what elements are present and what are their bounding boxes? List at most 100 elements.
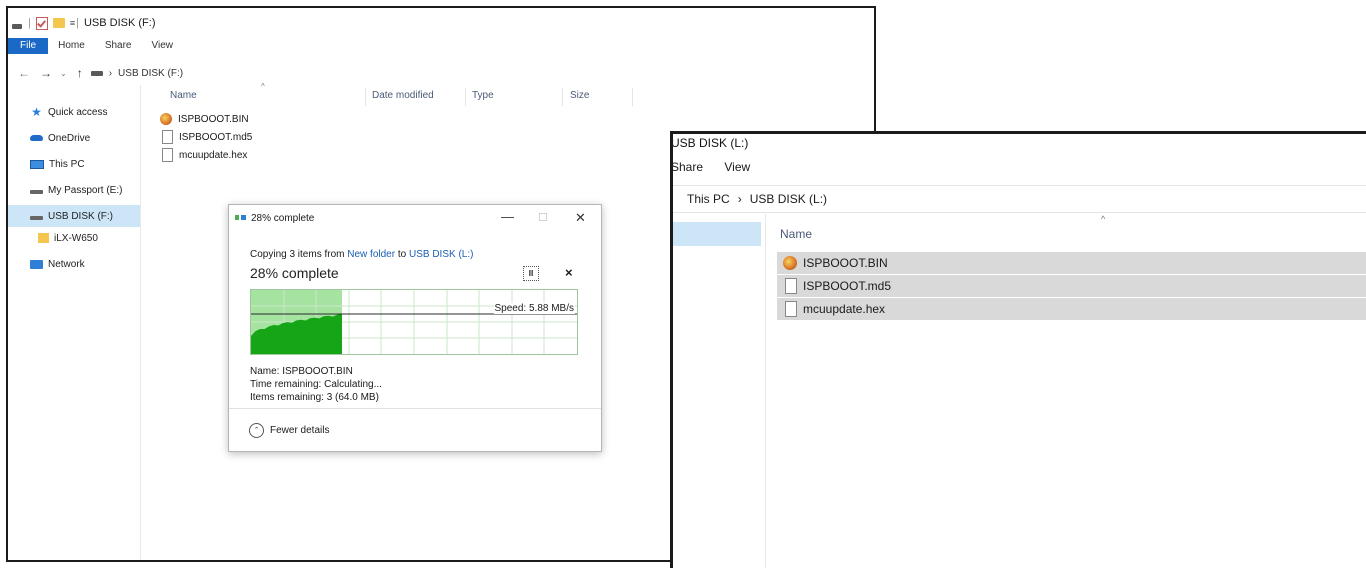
nav-label: USB DISK (F:) (48, 210, 114, 222)
tab-file[interactable]: File (8, 38, 49, 54)
file-row[interactable]: mcuupdate.hex (160, 146, 252, 164)
title-bar: | ≡ | USB DISK (F:) (8, 8, 874, 38)
tab-view[interactable]: View (724, 160, 750, 174)
nav-label: My Passport (E:) (48, 184, 123, 196)
dialog-title-bar: 28% complete — ☐ ✕ (229, 205, 601, 231)
new-folder-icon[interactable] (52, 18, 65, 28)
percent-complete: 28% complete (250, 265, 339, 281)
tab-share[interactable]: Share (673, 160, 703, 174)
maximize-button: ☐ (538, 212, 548, 224)
transfer-speed-graph (250, 289, 578, 355)
up-arrow-icon[interactable]: ↑ (77, 66, 83, 80)
nav-label: This PC (49, 158, 85, 170)
copy-icon (235, 214, 247, 222)
star-icon: ★ (31, 105, 42, 119)
navigation-pane (673, 214, 766, 568)
nav-network[interactable]: Network (8, 253, 140, 275)
file-name: mcuupdate.hex (179, 149, 248, 161)
nav-label: Network (48, 258, 85, 270)
nav-usb-disk-f[interactable]: USB DISK (F:) (8, 205, 140, 227)
file-name: mcuupdate.hex (803, 302, 886, 316)
close-button[interactable]: ✕ (575, 210, 586, 226)
nav-ilx-w650[interactable]: iLX-W650 (8, 227, 140, 249)
breadcrumb-usb-disk-f[interactable]: USB DISK (F:) (118, 68, 183, 79)
separator: | (28, 17, 31, 29)
column-header-type[interactable]: Type (472, 90, 494, 101)
sort-ascending-icon: ^ (261, 82, 265, 91)
nav-this-pc[interactable]: This PC (8, 153, 140, 175)
file-row[interactable]: ISPBOOOT.md5 (777, 275, 1366, 297)
address-bar[interactable]: This PC › USB DISK (L:) (673, 185, 1366, 213)
file-icon (785, 301, 797, 317)
tab-share[interactable]: Share (95, 38, 142, 54)
separator: | (76, 17, 79, 29)
file-list: ISPBOOOT.BIN ISPBOOOT.md5 mcuupdate.hex (160, 110, 252, 164)
drive-icon (90, 70, 103, 76)
drive-icon (30, 215, 43, 220)
column-divider[interactable] (632, 88, 633, 106)
fewer-details-button[interactable]: Fewer details (270, 425, 329, 436)
minimize-button[interactable]: — (501, 209, 514, 224)
folder-icon (38, 233, 49, 243)
breadcrumb-chevron-icon[interactable]: › (109, 68, 112, 79)
speed-label: Speed: 5.88 MB/s (493, 303, 575, 314)
ribbon-tabs: File Home Share View (8, 38, 874, 54)
file-icon (785, 278, 797, 294)
file-name: ISPBOOOT.BIN (178, 113, 249, 125)
copy-text: Copying 3 items from (250, 249, 348, 260)
items-remaining: Items remaining: 3 (64.0 MB) (250, 392, 379, 403)
column-header-size[interactable]: Size (570, 90, 589, 101)
file-row[interactable]: mcuupdate.hex (777, 298, 1366, 320)
drive-icon (30, 189, 43, 194)
dialog-footer: ⌃ Fewer details (229, 408, 601, 451)
column-divider[interactable] (365, 88, 366, 106)
column-header-name[interactable]: Name (780, 227, 812, 241)
nav-my-passport[interactable]: My Passport (E:) (8, 179, 140, 201)
recent-locations-chevron-icon[interactable]: ⌄ (60, 69, 67, 78)
breadcrumb-usb-disk-l[interactable]: USB DISK (L:) (750, 192, 827, 206)
address-bar[interactable]: ← → ⌄ ↑ › USB DISK (F:) (8, 61, 874, 85)
cancel-button[interactable]: × (565, 266, 573, 280)
source-link[interactable]: New folder (347, 249, 395, 260)
cloud-icon (30, 135, 43, 141)
time-remaining: Time remaining: Calculating... (250, 379, 382, 390)
file-row[interactable]: ISPBOOOT.md5 (160, 128, 252, 146)
column-header-name[interactable]: Name (170, 90, 197, 101)
tab-view[interactable]: View (142, 38, 184, 54)
pause-button[interactable]: II (523, 266, 539, 281)
file-icon (162, 130, 173, 144)
window-title: USB DISK (F:) (83, 17, 156, 29)
file-row[interactable]: ISPBOOOT.BIN (160, 110, 252, 128)
dialog-title: 28% complete (251, 212, 315, 224)
computer-icon (30, 159, 44, 169)
copy-text: to (395, 249, 409, 260)
column-divider[interactable] (562, 88, 563, 106)
sort-ascending-icon: ^ (1101, 214, 1106, 224)
file-row[interactable]: ISPBOOOT.BIN (777, 252, 1366, 274)
back-arrow-icon[interactable]: ← (18, 66, 30, 80)
forward-arrow-icon[interactable]: → (40, 66, 52, 80)
nav-label: Quick access (48, 106, 108, 118)
speed-graph-svg (251, 290, 577, 354)
chevron-up-icon[interactable]: ⌃ (249, 422, 264, 438)
file-name: ISPBOOOT.BIN (803, 256, 888, 270)
column-header-date-modified[interactable]: Date modified (372, 90, 434, 101)
navigation-pane: ★ Quick access OneDrive This PC My Passp… (8, 85, 141, 560)
nav-label: iLX-W650 (54, 232, 98, 244)
nav-onedrive[interactable]: OneDrive (8, 127, 140, 149)
drive-icon (12, 23, 22, 29)
breadcrumb-this-pc[interactable]: This PC (687, 192, 730, 206)
nav-selected-item[interactable] (673, 222, 761, 246)
column-divider[interactable] (465, 88, 466, 106)
network-icon (30, 259, 43, 269)
file-name: ISPBOOOT.md5 (803, 279, 892, 293)
breadcrumb-chevron-icon[interactable]: › (738, 192, 742, 206)
destination-link[interactable]: USB DISK (L:) (409, 249, 473, 260)
properties-icon[interactable] (35, 16, 48, 30)
file-name: ISPBOOOT.md5 (179, 131, 253, 143)
tab-home[interactable]: Home (48, 38, 95, 54)
copy-description: Copying 3 items from New folder to USB D… (250, 249, 473, 260)
nav-quick-access[interactable]: ★ Quick access (8, 101, 140, 123)
customize-toolbar-icon[interactable]: ≡ (70, 18, 75, 28)
explorer-window-usb-l: USB DISK (L:) Share View This PC › USB D… (670, 131, 1366, 568)
